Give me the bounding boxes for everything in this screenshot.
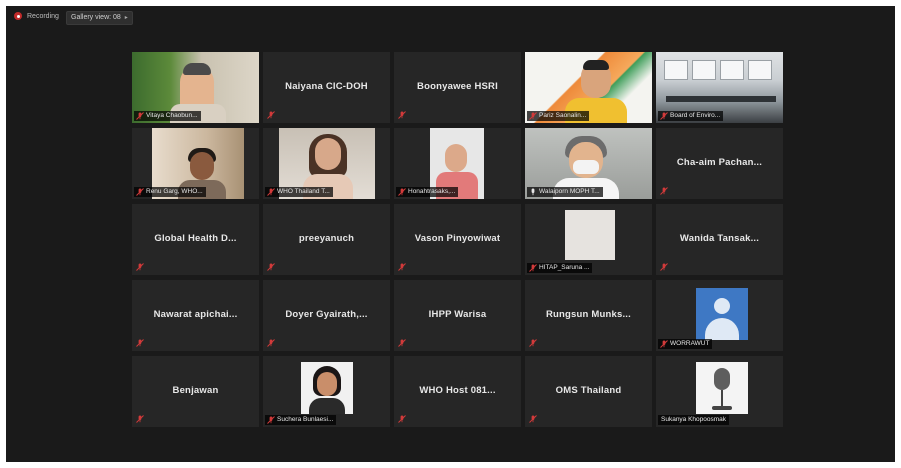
muted-mic-icon — [136, 188, 144, 196]
participant-name: IHPP Warisa — [428, 309, 487, 320]
muted-mic-icon — [660, 340, 668, 348]
default-avatar — [696, 288, 748, 340]
participant-tile[interactable]: Pariz Saonalin... — [525, 52, 652, 123]
muted-mic-icon — [529, 264, 537, 272]
participant-tile[interactable]: Renu Garg, WHO... — [132, 128, 259, 199]
participant-name-tag: Pariz Saonalin... — [527, 111, 590, 121]
muted-mic-icon — [136, 339, 144, 347]
participant-name: Vitaya Chaobun... — [146, 112, 198, 119]
participant-name-tag: Renu Garg, WHO... — [134, 187, 206, 197]
participant-name: WORRAWUT — [670, 340, 710, 347]
muted-mic-icon — [136, 415, 144, 423]
participant-tile[interactable]: Benjawan — [132, 356, 259, 427]
participant-name: Cha-aim Pachan... — [676, 157, 763, 168]
chevron-right-icon: ▸ — [124, 15, 128, 21]
meeting-window: Recording Gallery view: 08 ▸ Vitaya Chao… — [6, 6, 895, 462]
participant-tile[interactable]: Doyer Gyairath,... — [263, 280, 390, 351]
participant-name-tag: Walaiporn MOPH T... — [527, 187, 603, 197]
participant-name: WHO Host 081... — [419, 385, 496, 396]
muted-mic-icon — [398, 339, 406, 347]
participant-name-tag: WORRAWUT — [658, 339, 713, 349]
muted-mic-icon — [267, 111, 275, 119]
meeting-top-bar: Recording Gallery view: 08 ▸ — [6, 6, 895, 28]
participant-name: HITAP_Saruna ... — [539, 264, 590, 271]
participant-name: Vason Pinyowiwat — [414, 233, 501, 244]
participant-tile[interactable]: Rungsun Munks... — [525, 280, 652, 351]
muted-mic-icon — [529, 112, 537, 120]
active-speaker-tile[interactable]: Walaiporn MOPH T... — [525, 128, 652, 199]
muted-mic-icon — [660, 187, 668, 195]
muted-mic-icon — [267, 188, 275, 196]
participant-name-tag: Honahtrasaks,... — [396, 187, 459, 197]
participant-name: Pariz Saonalin... — [539, 112, 587, 119]
participant-tile[interactable]: Boonyawee HSRI — [394, 52, 521, 123]
participant-tile[interactable]: IHPP Warisa — [394, 280, 521, 351]
participant-name: Suchera Bunlaesi... — [277, 416, 334, 423]
muted-mic-icon — [267, 263, 275, 271]
participant-tile[interactable]: WHO Host 081... — [394, 356, 521, 427]
participant-name: Honahtrasaks,... — [408, 188, 456, 195]
muted-mic-icon — [529, 415, 537, 423]
profile-photo — [301, 362, 353, 414]
participant-video — [565, 210, 615, 260]
record-icon — [14, 12, 22, 20]
recording-label: Recording — [27, 12, 59, 20]
profile-photo — [696, 362, 748, 414]
muted-mic-icon — [136, 112, 144, 120]
participant-name-tag: Sukanya Khopoosmak — [658, 415, 730, 425]
muted-mic-icon — [660, 263, 668, 271]
participant-grid: Vitaya Chaobun... Naiyana CIC-DOH Boonya… — [132, 52, 783, 427]
participant-tile[interactable]: WORRAWUT — [656, 280, 783, 351]
muted-mic-icon — [136, 263, 144, 271]
participant-name-tag: HITAP_Saruna ... — [527, 263, 593, 273]
gallery-view-label: Gallery view: 08 — [71, 14, 121, 21]
participant-name: Rungsun Munks... — [545, 309, 631, 320]
participant-name: OMS Thailand — [555, 385, 622, 396]
participant-tile[interactable]: HITAP_Saruna ... — [525, 204, 652, 275]
participant-name: Nawarat apichai... — [153, 309, 238, 320]
recording-indicator[interactable]: Recording — [14, 12, 59, 20]
participant-name: Doyer Gyairath,... — [285, 309, 368, 320]
participant-tile[interactable]: Suchera Bunlaesi... — [263, 356, 390, 427]
gallery-view-button[interactable]: Gallery view: 08 ▸ — [66, 11, 133, 25]
muted-mic-icon — [398, 263, 406, 271]
participant-tile[interactable]: Board of Enviro... — [656, 52, 783, 123]
muted-mic-icon — [660, 112, 668, 120]
muted-mic-icon — [529, 339, 537, 347]
muted-mic-icon — [267, 339, 275, 347]
participant-tile[interactable]: OMS Thailand — [525, 356, 652, 427]
participant-name: Global Health D... — [154, 233, 237, 244]
participant-name: Boonyawee HSRI — [417, 81, 498, 92]
participant-name: Wanida Tansak... — [679, 233, 760, 244]
participant-tile[interactable]: Nawarat apichai... — [132, 280, 259, 351]
participant-name: WHO Thailand T... — [277, 188, 330, 195]
participant-name-tag: Suchera Bunlaesi... — [265, 415, 337, 425]
participant-name-tag: WHO Thailand T... — [265, 187, 333, 197]
participant-tile[interactable]: Vason Pinyowiwat — [394, 204, 521, 275]
participant-name: Benjawan — [172, 385, 219, 396]
participant-tile[interactable]: Cha-aim Pachan... — [656, 128, 783, 199]
participant-name: Walaiporn MOPH T... — [539, 188, 600, 195]
participant-name: Board of Enviro... — [670, 112, 721, 119]
participant-tile[interactable]: WHO Thailand T... — [263, 128, 390, 199]
muted-mic-icon — [398, 111, 406, 119]
participant-name: Sukanya Khopoosmak — [661, 416, 727, 423]
participant-name: preeyanuch — [298, 233, 355, 244]
participant-tile[interactable]: Vitaya Chaobun... — [132, 52, 259, 123]
mic-icon — [531, 188, 535, 196]
participant-name: Naiyana CIC-DOH — [285, 81, 368, 92]
participant-tile[interactable]: Naiyana CIC-DOH — [263, 52, 390, 123]
participant-tile[interactable]: Sukanya Khopoosmak — [656, 356, 783, 427]
participant-tile[interactable]: Wanida Tansak... — [656, 204, 783, 275]
muted-mic-icon — [398, 188, 406, 196]
participant-name-tag: Vitaya Chaobun... — [134, 111, 201, 121]
muted-mic-icon — [398, 415, 406, 423]
participant-name: Renu Garg, WHO... — [146, 188, 203, 195]
participant-tile[interactable]: Global Health D... — [132, 204, 259, 275]
participant-name-tag: Board of Enviro... — [658, 111, 724, 121]
participant-tile[interactable]: preeyanuch — [263, 204, 390, 275]
participant-tile[interactable]: Honahtrasaks,... — [394, 128, 521, 199]
muted-mic-icon — [267, 416, 275, 424]
